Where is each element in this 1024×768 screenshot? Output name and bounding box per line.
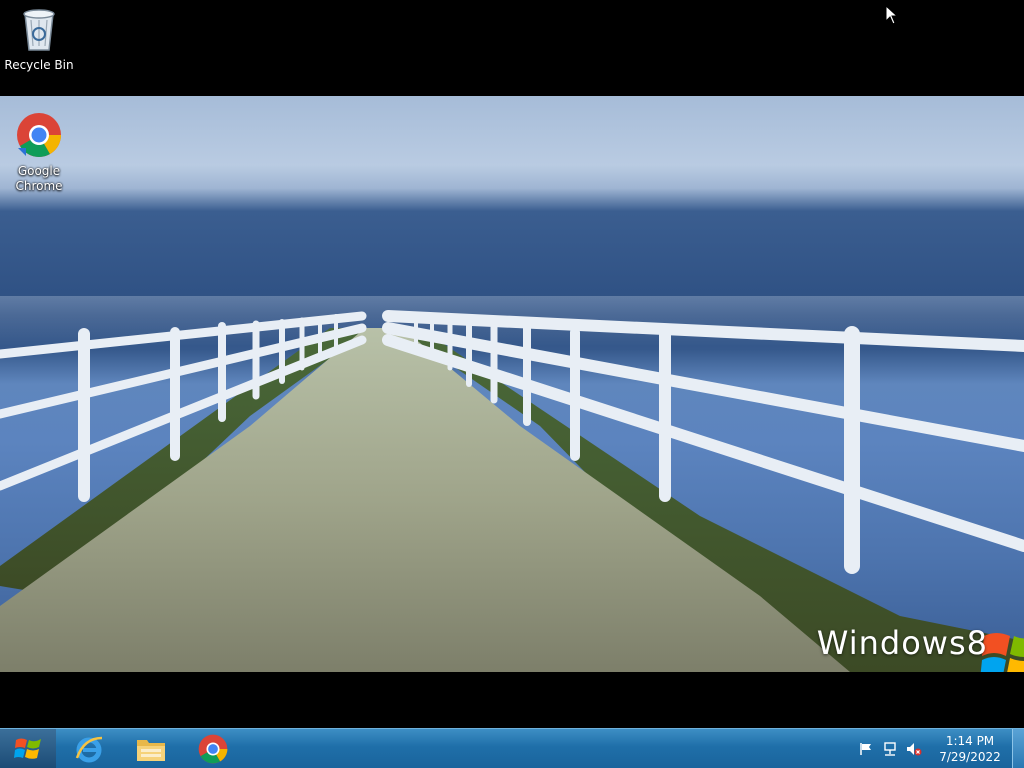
flag-icon[interactable] xyxy=(857,740,875,758)
start-button[interactable] xyxy=(0,729,56,768)
chrome-icon xyxy=(198,734,228,763)
chrome-icon xyxy=(17,113,61,157)
desktop-icon-google-chrome[interactable]: Google Chrome xyxy=(1,112,77,194)
desktop-icon-label: Google Chrome xyxy=(15,164,63,193)
wallpaper-scene xyxy=(0,296,1024,672)
windows-logo-icon xyxy=(14,738,41,759)
clock-date: 7/29/2022 xyxy=(939,749,1001,764)
network-icon[interactable] xyxy=(881,740,899,758)
show-desktop-button[interactable] xyxy=(1012,729,1024,768)
taskbar-internet-explorer[interactable] xyxy=(61,730,117,767)
desktop-icon-recycle-bin[interactable]: Recycle Bin xyxy=(1,6,77,73)
desktop-icon-label: Recycle Bin xyxy=(4,58,74,72)
wallpaper-brand: Windows8 xyxy=(817,624,988,662)
mouse-cursor-icon xyxy=(885,4,899,29)
folder-icon xyxy=(137,739,165,761)
clock[interactable]: 1:14 PM 7/29/2022 xyxy=(930,733,1010,765)
taskbar: 1:14 PM 7/29/2022 xyxy=(0,728,1024,768)
recycle-bin-icon xyxy=(23,9,55,51)
desktop-wallpaper: Windows8 xyxy=(0,96,1024,672)
system-tray: 1:14 PM 7/29/2022 xyxy=(854,729,1024,768)
clock-time: 1:14 PM xyxy=(945,733,995,748)
brand-text: Windows8 xyxy=(816,624,988,662)
taskbar-google-chrome[interactable] xyxy=(185,730,241,767)
volume-muted-icon[interactable] xyxy=(905,740,923,758)
internet-explorer-icon xyxy=(75,736,103,762)
taskbar-file-explorer[interactable] xyxy=(123,730,179,767)
